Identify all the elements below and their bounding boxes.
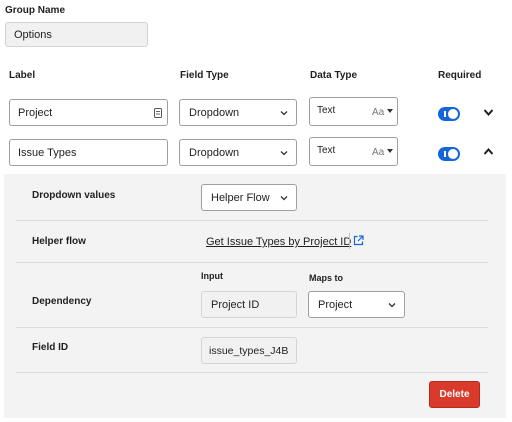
dependency-maps-to-value: Project <box>318 298 353 311</box>
data-type-glyph: Aa <box>372 147 385 158</box>
toggle-on-mark-icon <box>444 151 446 157</box>
field-type-select-project[interactable]: Dropdown <box>179 99 297 126</box>
field-label-value: Issue Types <box>18 146 77 159</box>
field-label-input-issue-types[interactable]: Issue Types <box>9 139 168 166</box>
data-type-select-issue-types[interactable]: Text Aa <box>309 137 398 166</box>
dropdown-values-value: Helper Flow <box>211 191 270 204</box>
field-type-value: Dropdown <box>189 106 240 119</box>
toggle-knob <box>448 109 458 119</box>
toggle-knob <box>448 149 458 159</box>
field-type-column-header: Field Type <box>180 70 229 81</box>
label-column-header: Label <box>9 70 36 81</box>
divider <box>349 233 350 249</box>
data-type-value: Text <box>317 145 336 156</box>
data-type-column-header: Data Type <box>310 70 358 81</box>
divider <box>16 220 488 221</box>
dependency-maps-to-select[interactable]: Project <box>308 291 405 318</box>
data-type-select-project[interactable]: Text Aa <box>309 97 398 126</box>
group-name-input[interactable]: Options <box>5 22 148 47</box>
external-link-icon[interactable] <box>353 235 364 246</box>
field-type-value: Dropdown <box>189 146 240 159</box>
dropdown-values-label: Dropdown values <box>32 190 116 201</box>
chevron-down-icon <box>280 195 288 200</box>
required-toggle-project[interactable] <box>438 107 460 121</box>
caret-down-icon <box>387 109 393 113</box>
field-id-label: Field ID <box>32 342 69 353</box>
chevron-up-icon[interactable] <box>483 147 494 156</box>
field-label-input-project[interactable]: Project <box>9 99 168 126</box>
field-type-select-issue-types[interactable]: Dropdown <box>179 139 297 166</box>
caret-down-icon <box>387 149 393 153</box>
helper-flow-label: Helper flow <box>32 236 86 247</box>
delete-button[interactable]: Delete <box>429 381 480 408</box>
dependency-label: Dependency <box>32 296 92 307</box>
form-field-icon <box>154 108 162 118</box>
divider <box>16 372 488 373</box>
helper-flow-link[interactable]: Get Issue Types by Project ID <box>206 236 351 248</box>
chevron-down-icon <box>280 110 288 115</box>
field-id-value: issue_types_J4B <box>201 337 297 364</box>
dropdown-values-select[interactable]: Helper Flow <box>201 184 297 211</box>
dependency-input-header: Input <box>201 271 223 281</box>
chevron-down-icon[interactable] <box>483 108 494 117</box>
chevron-down-icon <box>280 150 288 155</box>
toggle-on-mark-icon <box>444 111 446 117</box>
required-toggle-issue-types[interactable] <box>438 147 460 161</box>
chevron-down-icon <box>388 302 396 307</box>
divider <box>16 327 488 328</box>
group-name-label: Group Name <box>5 5 66 16</box>
required-column-header: Required <box>438 70 482 81</box>
data-type-value: Text <box>317 105 336 116</box>
divider <box>16 262 488 263</box>
data-type-glyph: Aa <box>372 107 385 118</box>
dependency-input-value: Project ID <box>201 291 297 318</box>
dependency-maps-to-header: Maps to <box>309 273 344 283</box>
field-label-value: Project <box>18 106 53 119</box>
